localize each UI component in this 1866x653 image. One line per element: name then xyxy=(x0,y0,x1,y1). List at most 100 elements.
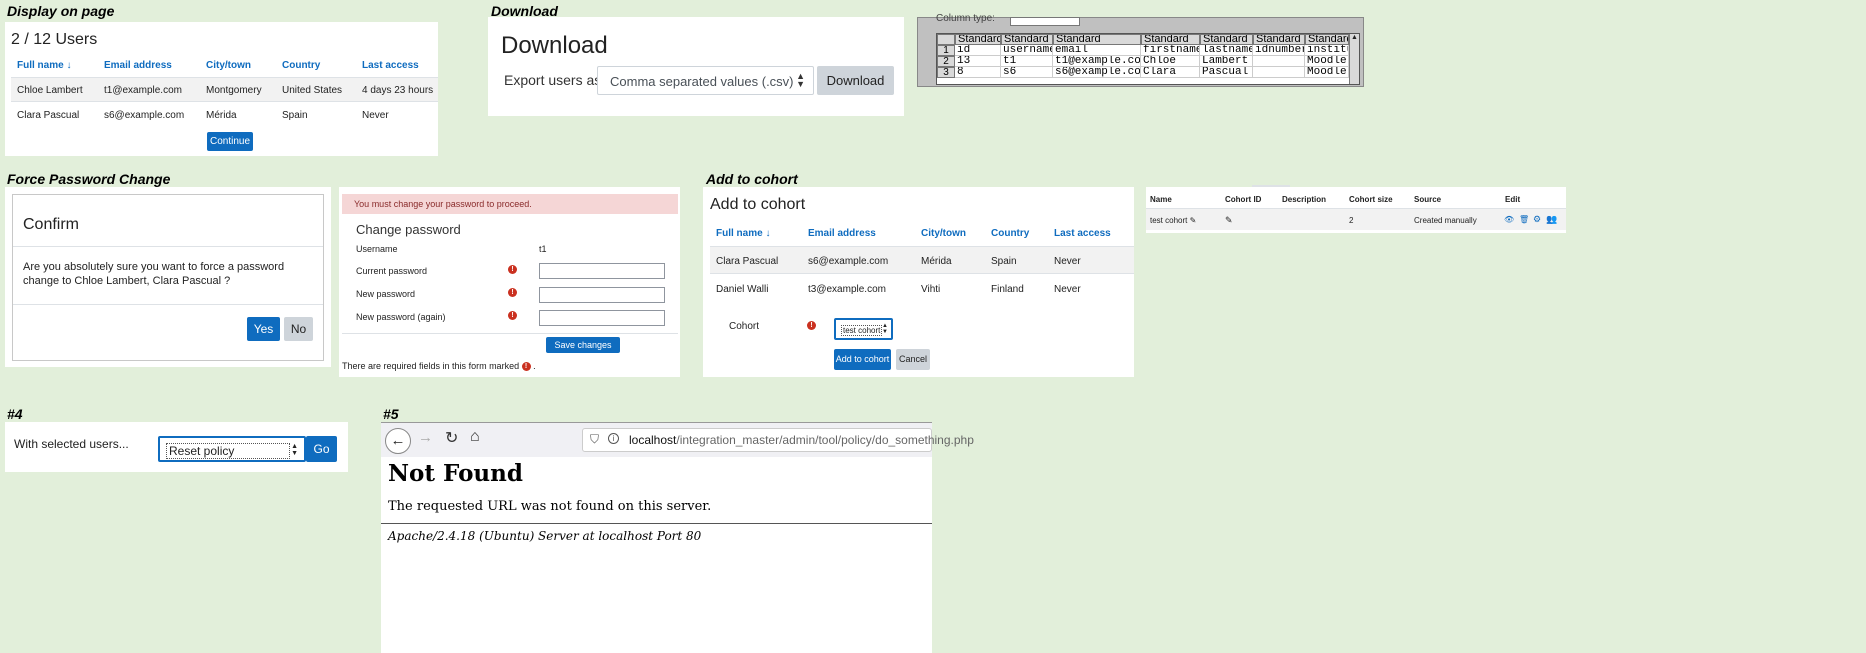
col-city[interactable]: City/town xyxy=(921,228,966,239)
sheet-cell[interactable]: t1@example.com xyxy=(1053,56,1141,67)
tab-indicator xyxy=(1252,185,1290,187)
cell-country: United States xyxy=(282,85,343,96)
home-icon[interactable]: ⌂ xyxy=(470,428,480,446)
pencil-icon[interactable]: ✎ xyxy=(1190,216,1197,225)
cell-country: Finland xyxy=(991,284,1024,295)
sheet-cell[interactable]: firstname xyxy=(1141,45,1200,56)
sheet-cell[interactable]: Moodle xyxy=(1305,56,1349,67)
go-button[interactable]: Go xyxy=(306,436,337,462)
col-email[interactable]: Email address xyxy=(104,60,172,71)
bulk-action-select[interactable]: Reset policy ▲ ▼ xyxy=(158,436,306,462)
col-full-name[interactable]: Full name ↓ xyxy=(17,60,71,71)
reload-icon[interactable]: ↻ xyxy=(445,428,458,448)
yes-button[interactable]: Yes xyxy=(247,317,280,341)
pencil-icon[interactable]: ✎ xyxy=(1225,215,1233,226)
add-to-cohort-button[interactable]: Add to cohort xyxy=(834,349,891,370)
add-to-cohort-panel: Add to cohort Full name ↓ Email address … xyxy=(703,187,1134,377)
section-title-bulk: #4 xyxy=(7,406,23,422)
col-city[interactable]: City/town xyxy=(206,60,251,71)
scroll-up-icon[interactable]: ▲ xyxy=(1351,34,1358,41)
url-text: localhost/integration_master/admin/tool/… xyxy=(629,433,974,447)
col-header[interactable]: Standard xyxy=(1253,34,1305,45)
sheet-cell[interactable]: email xyxy=(1053,45,1141,56)
col-last-access[interactable]: Last access xyxy=(1054,228,1111,239)
new-password-input[interactable] xyxy=(539,287,665,303)
cell-last-access: Never xyxy=(1054,256,1081,267)
col-cohort-size: Cohort size xyxy=(1349,195,1393,204)
sheet-cell[interactable]: Pascual xyxy=(1200,67,1253,78)
cancel-button[interactable]: Cancel xyxy=(896,349,930,370)
user-link[interactable]: Daniel Walli xyxy=(716,284,768,295)
user-link[interactable]: Clara Pascual xyxy=(17,110,79,121)
sheet-cell[interactable] xyxy=(1253,67,1305,78)
back-icon[interactable]: ← xyxy=(385,428,411,454)
forward-icon[interactable]: → xyxy=(418,429,433,446)
cohort-size: 2 xyxy=(1349,216,1354,225)
col-header[interactable]: Standard xyxy=(1200,34,1253,45)
sheet-cell[interactable]: id xyxy=(955,45,1001,56)
sheet-cell[interactable]: 13 xyxy=(955,56,1001,67)
sheet-cell[interactable]: Moodle xyxy=(1305,67,1349,78)
col-country[interactable]: Country xyxy=(991,228,1029,239)
user-link[interactable]: Clara Pascual xyxy=(716,256,778,267)
download-button[interactable]: Download xyxy=(817,66,894,95)
divider xyxy=(13,246,323,247)
required-icon: ! xyxy=(521,362,531,372)
username-label: Username xyxy=(356,244,398,254)
cell-email: t3@example.com xyxy=(808,284,886,295)
col-header[interactable]: Standard xyxy=(1141,34,1200,45)
spreadsheet-grid: Standard Standard Standard Standard Stan… xyxy=(936,33,1360,85)
col-header[interactable]: Standard xyxy=(1001,34,1053,45)
shield-icon[interactable]: ⛉ xyxy=(590,432,599,447)
sheet-cell[interactable]: t1 xyxy=(1001,56,1053,67)
url-bar[interactable]: ⛉ i localhost/integration_master/admin/t… xyxy=(582,428,974,452)
cell-city: Mérida xyxy=(206,110,237,121)
col-country[interactable]: Country xyxy=(282,60,320,71)
sheet-cell[interactable]: 8 xyxy=(955,67,1001,78)
sort-down-icon: ↓ xyxy=(66,60,72,71)
no-button[interactable]: No xyxy=(284,317,313,341)
cohort-select-value: test cohort xyxy=(841,325,883,336)
save-changes-button[interactable]: Save changes xyxy=(546,337,620,353)
sheet-cell[interactable]: Lambert xyxy=(1200,56,1253,67)
alert-banner: You must change your password to proceed… xyxy=(342,194,678,214)
select-arrows-icon: ▲ ▼ xyxy=(796,71,805,89)
select-arrows-icon: ▲ ▼ xyxy=(291,443,298,457)
col-header[interactable]: Standard xyxy=(1053,34,1141,45)
info-icon[interactable]: i xyxy=(608,433,619,444)
sheet-cell[interactable]: s6@example.com xyxy=(1053,67,1141,78)
sheet-cell[interactable]: s6 xyxy=(1001,67,1053,78)
sheet-cell[interactable]: lastname xyxy=(1200,45,1253,56)
browser-window: ← → ↻ ⌂ ⛉ i localhost/integration_master… xyxy=(381,422,974,653)
cohort-select[interactable]: test cohort ▲ ▼ xyxy=(834,318,893,340)
vertical-scrollbar[interactable]: ▲ xyxy=(1349,34,1359,84)
current-password-input[interactable] xyxy=(539,263,665,279)
user-link[interactable]: Chloe Lambert xyxy=(17,85,83,96)
eye-icon[interactable]: 👁 xyxy=(1504,215,1514,224)
sheet-cell[interactable]: Chloe xyxy=(1141,56,1200,67)
not-found-message: The requested URL was not found on this … xyxy=(388,499,712,514)
col-last-access[interactable]: Last access xyxy=(362,60,419,71)
sheet-cell[interactable]: institu xyxy=(1305,45,1349,56)
sheet-cell[interactable]: idnumber xyxy=(1253,45,1305,56)
col-full-name[interactable]: Full name ↓ xyxy=(716,228,770,239)
section-title-force: Force Password Change xyxy=(7,171,171,187)
required-icon: ! xyxy=(807,321,816,330)
col-header[interactable]: Standard xyxy=(1305,34,1349,45)
table-header: Full name ↓ Email address City/town Coun… xyxy=(710,223,1134,243)
sheet-cell[interactable]: Clara xyxy=(1141,67,1200,78)
new-password-again-input[interactable] xyxy=(539,310,665,326)
gear-icon[interactable]: ⚙ xyxy=(1533,214,1541,225)
sheet-cell[interactable] xyxy=(1253,56,1305,67)
col-email[interactable]: Email address xyxy=(808,228,876,239)
export-format-select[interactable]: Comma separated values (.csv) ▲ ▼ xyxy=(597,66,814,95)
continue-button[interactable]: Continue xyxy=(207,132,253,151)
users-icon[interactable]: 👥 xyxy=(1546,214,1557,225)
bulk-action-value: Reset policy xyxy=(166,443,290,459)
trash-icon[interactable]: 🗑 xyxy=(1519,215,1529,224)
sheet-cell[interactable]: username xyxy=(1001,45,1053,56)
column-type-select[interactable] xyxy=(1010,17,1080,26)
cell-last-access: Never xyxy=(1054,284,1081,295)
change-password-heading: Change password xyxy=(356,222,461,237)
col-header[interactable]: Standard xyxy=(955,34,1001,45)
